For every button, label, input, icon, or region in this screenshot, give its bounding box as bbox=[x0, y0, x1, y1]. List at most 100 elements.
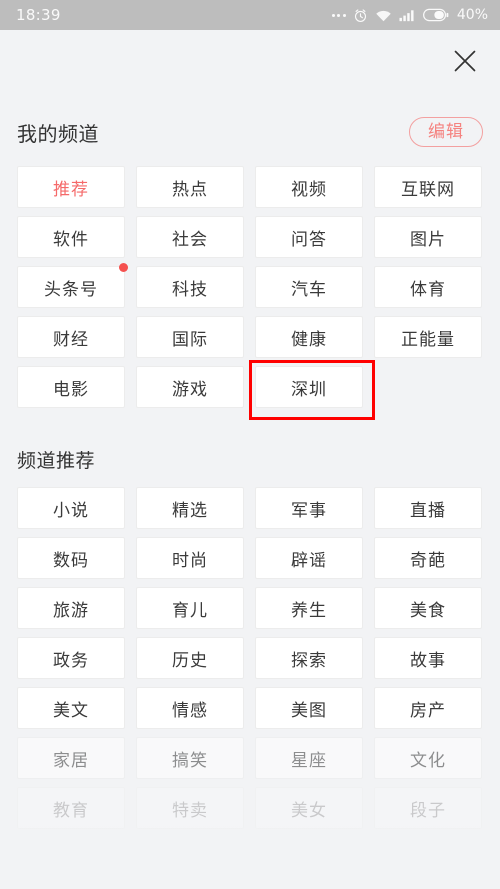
recommended-channel-tile[interactable]: 星座 bbox=[255, 737, 363, 779]
recommended-channel-tile-label: 育儿 bbox=[172, 600, 208, 621]
recommended-channel-tile[interactable]: 搞笑 bbox=[136, 737, 244, 779]
recommended-channel-tile-label: 小说 bbox=[53, 500, 89, 521]
my-channel-tile-label: 问答 bbox=[291, 229, 327, 250]
my-channel-tile[interactable]: 头条号 bbox=[17, 263, 128, 308]
my-channel-tile-label: 图片 bbox=[410, 229, 446, 250]
recommended-channel-tile-label: 美文 bbox=[53, 700, 89, 721]
recommended-channel-tile-label: 军事 bbox=[291, 500, 327, 521]
recommended-channel-tile[interactable]: 历史 bbox=[136, 637, 244, 679]
recommended-channel-tile[interactable]: 探索 bbox=[255, 637, 363, 679]
recommended-channel-tile[interactable]: 美文 bbox=[17, 687, 125, 729]
recommended-channel-tile-label: 政务 bbox=[53, 650, 89, 671]
my-channel-tile-label: 视频 bbox=[291, 179, 327, 200]
recommended-channel-tile[interactable]: 段子 bbox=[374, 787, 482, 829]
recommended-channel-tile-label: 段子 bbox=[410, 800, 446, 821]
recommended-channels-title: 频道推荐 bbox=[17, 449, 96, 472]
recommended-channel-tile-label: 情感 bbox=[172, 700, 208, 721]
wifi-icon bbox=[375, 9, 392, 22]
recommended-channel-tile-label: 数码 bbox=[53, 550, 89, 571]
recommended-channels-header: 频道推荐 bbox=[0, 443, 500, 475]
my-channel-tile[interactable]: 软件 bbox=[17, 216, 125, 258]
channel-manager-screen: 18:39 40% 我的频道 编辑 推荐 热点 视频 互联网 软件 社会 问答 … bbox=[0, 0, 500, 889]
my-channel-tile[interactable]: 推荐 bbox=[17, 166, 125, 208]
my-channels-grid: 推荐 热点 视频 互联网软件 社会 问答 图片头条号 科技 汽车 体育财经 国际 健康 正能量电影 游戏 深… bbox=[17, 166, 483, 420]
my-channel-tile[interactable]: 深圳 bbox=[249, 360, 375, 420]
recommended-channel-tile[interactable]: 故事 bbox=[374, 637, 482, 679]
recommended-channel-tile[interactable]: 美图 bbox=[255, 687, 363, 729]
recommended-channel-tile[interactable]: 时尚 bbox=[136, 537, 244, 579]
recommended-channel-tile[interactable]: 数码 bbox=[17, 537, 125, 579]
recommended-channel-tile-label: 家居 bbox=[53, 750, 89, 771]
recommended-channel-tile-label: 星座 bbox=[291, 750, 327, 771]
status-bar: 18:39 40% bbox=[0, 0, 500, 30]
my-channel-tile[interactable]: 视频 bbox=[255, 166, 363, 208]
my-channel-tile[interactable]: 健康 bbox=[255, 316, 363, 358]
recommended-channel-tile-label: 房产 bbox=[410, 700, 446, 721]
recommended-channel-tile-label: 直播 bbox=[410, 500, 446, 521]
recommended-channel-tile-label: 故事 bbox=[410, 650, 446, 671]
my-channel-tile-label: 推荐 bbox=[53, 179, 89, 200]
my-channel-tile[interactable]: 财经 bbox=[17, 316, 125, 358]
my-channel-tile-label: 社会 bbox=[172, 229, 208, 250]
my-channel-tile-label: 科技 bbox=[172, 279, 208, 300]
my-channel-tile[interactable]: 图片 bbox=[374, 216, 482, 258]
my-channel-tile[interactable]: 互联网 bbox=[374, 166, 482, 208]
recommended-channel-tile-label: 养生 bbox=[291, 600, 327, 621]
recommended-channel-tile[interactable]: 小说 bbox=[17, 487, 125, 529]
recommended-channel-tile[interactable]: 直播 bbox=[374, 487, 482, 529]
my-channels-title: 我的频道 bbox=[17, 121, 99, 146]
recommended-channel-tile-label: 美食 bbox=[410, 600, 446, 621]
recommended-channel-tile[interactable]: 美女 bbox=[255, 787, 363, 829]
more-dots-icon bbox=[331, 13, 346, 17]
my-channel-tile[interactable]: 游戏 bbox=[136, 366, 244, 408]
my-channel-tile-label: 汽车 bbox=[291, 279, 327, 300]
recommended-channel-tile[interactable]: 奇葩 bbox=[374, 537, 482, 579]
my-channel-tile[interactable]: 国际 bbox=[136, 316, 244, 358]
my-channel-tile-label: 软件 bbox=[53, 229, 89, 250]
recommended-channel-tile[interactable]: 养生 bbox=[255, 587, 363, 629]
recommended-channel-tile[interactable]: 美食 bbox=[374, 587, 482, 629]
recommended-channel-tile[interactable]: 文化 bbox=[374, 737, 482, 779]
my-channel-tile[interactable]: 热点 bbox=[136, 166, 244, 208]
recommended-channel-tile-label: 探索 bbox=[291, 650, 327, 671]
recommended-channel-tile[interactable]: 辟谣 bbox=[255, 537, 363, 579]
recommended-channel-tile[interactable]: 育儿 bbox=[136, 587, 244, 629]
recommended-channel-tile-label: 时尚 bbox=[172, 550, 208, 571]
recommended-channel-tile[interactable]: 精选 bbox=[136, 487, 244, 529]
my-channel-tile-label: 深圳 bbox=[291, 379, 327, 400]
my-channel-tile[interactable]: 汽车 bbox=[255, 266, 363, 308]
battery-icon bbox=[422, 8, 449, 22]
recommended-channel-tile[interactable]: 情感 bbox=[136, 687, 244, 729]
my-channels-header: 我的频道 编辑 bbox=[0, 114, 500, 150]
recommended-channel-tile[interactable]: 旅游 bbox=[17, 587, 125, 629]
recommended-channel-tile[interactable]: 教育 bbox=[17, 787, 125, 829]
my-channel-tile[interactable]: 体育 bbox=[374, 266, 482, 308]
recommended-channel-tile-label: 奇葩 bbox=[410, 550, 446, 571]
recommended-channel-tile[interactable]: 特卖 bbox=[136, 787, 244, 829]
recommended-channel-tile-label: 特卖 bbox=[172, 800, 208, 821]
my-channel-tile-label: 体育 bbox=[410, 279, 446, 300]
recommended-channel-tile[interactable]: 房产 bbox=[374, 687, 482, 729]
my-channel-tile[interactable]: 电影 bbox=[17, 366, 125, 408]
recommended-channel-tile[interactable]: 军事 bbox=[255, 487, 363, 529]
my-channel-tile-label: 游戏 bbox=[172, 379, 208, 400]
edit-button[interactable]: 编辑 bbox=[409, 117, 483, 147]
my-channel-tile[interactable]: 问答 bbox=[255, 216, 363, 258]
signal-bars-icon bbox=[399, 9, 416, 22]
close-icon[interactable] bbox=[448, 44, 482, 78]
my-channel-tile-label: 国际 bbox=[172, 329, 208, 350]
bottom-fade-overlay bbox=[0, 819, 500, 889]
my-channel-tile-label: 正能量 bbox=[401, 329, 455, 350]
my-channel-tile[interactable]: 社会 bbox=[136, 216, 244, 258]
new-badge-icon bbox=[119, 263, 128, 272]
my-channel-tile-label: 财经 bbox=[53, 329, 89, 350]
recommended-channel-tile-label: 历史 bbox=[172, 650, 208, 671]
recommended-channel-tile-label: 教育 bbox=[53, 800, 89, 821]
my-channel-tile[interactable]: 科技 bbox=[136, 266, 244, 308]
recommended-channel-tile-label: 美图 bbox=[291, 700, 327, 721]
my-channel-tile[interactable]: 正能量 bbox=[374, 316, 482, 358]
recommended-channel-tile-label: 搞笑 bbox=[172, 750, 208, 771]
recommended-channel-tile[interactable]: 政务 bbox=[17, 637, 125, 679]
recommended-channel-tile-label: 文化 bbox=[410, 750, 446, 771]
recommended-channel-tile[interactable]: 家居 bbox=[17, 737, 125, 779]
